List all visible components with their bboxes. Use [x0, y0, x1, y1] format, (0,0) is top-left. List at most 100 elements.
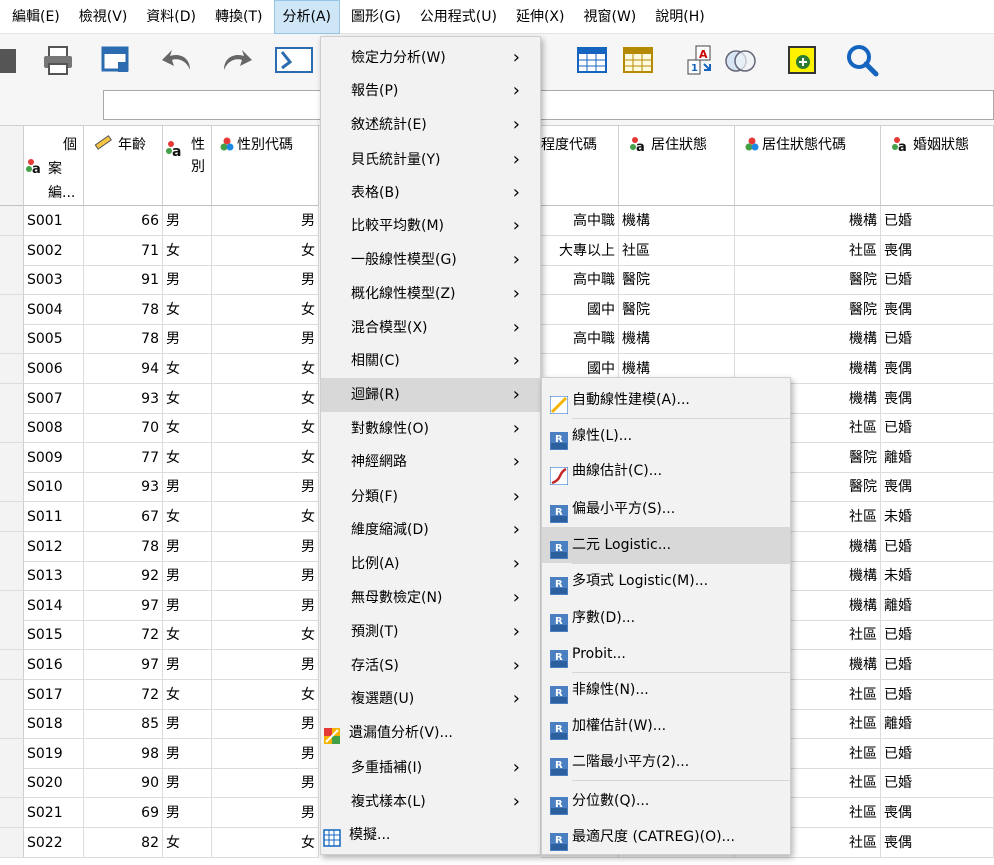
- cell-mar[interactable]: 喪偶: [881, 383, 994, 414]
- cell-sexc[interactable]: 女: [212, 502, 319, 532]
- cell-mar[interactable]: 喪偶: [881, 294, 994, 325]
- cell-mar[interactable]: 已婚: [881, 324, 994, 355]
- regression-menu-item-8[interactable]: R 非線性(N)...: [542, 672, 790, 708]
- col-header-age[interactable]: 年齡: [84, 126, 163, 206]
- col-header-edu-code[interactable]: 程度代碼: [541, 126, 619, 206]
- cell-mar[interactable]: 已婚: [881, 620, 994, 651]
- row-header[interactable]: [0, 679, 24, 710]
- cell-sexc[interactable]: 女: [212, 620, 319, 651]
- cell-mar[interactable]: 已婚: [881, 206, 994, 236]
- cell-id[interactable]: S020: [24, 768, 84, 799]
- cell-sexc[interactable]: 男: [212, 798, 319, 828]
- cell-sex[interactable]: 男: [163, 798, 212, 828]
- cell-age[interactable]: 85: [84, 709, 163, 740]
- cell-id[interactable]: S005: [24, 324, 84, 355]
- cell-edu[interactable]: 高中職: [541, 324, 619, 355]
- row-header[interactable]: [0, 324, 24, 355]
- cell-id[interactable]: S022: [24, 827, 84, 858]
- cell-age[interactable]: 67: [84, 502, 163, 532]
- cell-id[interactable]: S001: [24, 206, 84, 236]
- cell-sex[interactable]: 男: [163, 590, 212, 621]
- analyze-menu-item-13[interactable]: 分類(F) ›: [321, 480, 540, 514]
- cell-mar[interactable]: 已婚: [881, 768, 994, 799]
- cell-mar[interactable]: 未婚: [881, 502, 994, 532]
- analyze-menu-item-18[interactable]: 存活(S) ›: [321, 649, 540, 683]
- cell-sexc[interactable]: 男: [212, 561, 319, 592]
- cell-res[interactable]: 機構: [619, 324, 735, 355]
- cell-mar[interactable]: 已婚: [881, 679, 994, 710]
- cell-age[interactable]: 90: [84, 768, 163, 799]
- cell-id[interactable]: S013: [24, 561, 84, 592]
- row-header[interactable]: [0, 531, 24, 562]
- row-header[interactable]: [0, 235, 24, 266]
- cell-age[interactable]: 94: [84, 354, 163, 384]
- cell-id[interactable]: S015: [24, 620, 84, 651]
- analyze-menu-item-22[interactable]: 複式樣本(L) ›: [321, 785, 540, 819]
- regression-menu-item-1[interactable]: R 線性(L)...: [542, 418, 790, 454]
- cell-id[interactable]: S008: [24, 413, 84, 444]
- show-all-variables-icon[interactable]: [782, 40, 822, 80]
- cell-res[interactable]: 醫院: [619, 294, 735, 325]
- row-header[interactable]: [0, 620, 24, 651]
- cell-sex[interactable]: 男: [163, 265, 212, 296]
- cell-id[interactable]: S010: [24, 472, 84, 503]
- regression-menu-item-7[interactable]: R Probit...: [542, 636, 790, 672]
- undo-icon[interactable]: [158, 40, 198, 80]
- analyze-menu-item-15[interactable]: 比例(A) ›: [321, 547, 540, 581]
- row-header[interactable]: [0, 294, 24, 325]
- analyze-menu-item-19[interactable]: 複選題(U) ›: [321, 682, 540, 716]
- row-header[interactable]: [0, 561, 24, 592]
- cell-id[interactable]: S002: [24, 235, 84, 266]
- cell-sexc[interactable]: 男: [212, 206, 319, 236]
- regression-menu-item-9[interactable]: R 加權估計(W)...: [542, 708, 790, 744]
- row-header[interactable]: [0, 265, 24, 296]
- cell-mar[interactable]: 已婚: [881, 413, 994, 444]
- analyze-menu-item-11[interactable]: 對數線性(O) ›: [321, 412, 540, 446]
- cell-resc[interactable]: 機構: [735, 324, 881, 355]
- cell-sexc[interactable]: 男: [212, 472, 319, 503]
- analyze-menu-item-21[interactable]: 多重插補(I) ›: [321, 751, 540, 785]
- cell-sex[interactable]: 女: [163, 502, 212, 532]
- cell-sex[interactable]: 女: [163, 413, 212, 444]
- analyze-menu-item-20[interactable]: 遺漏值分析(V)...: [321, 716, 540, 750]
- cell-id[interactable]: S017: [24, 679, 84, 710]
- cell-edu[interactable]: 高中職: [541, 206, 619, 236]
- row-header[interactable]: [0, 590, 24, 621]
- menu-item-1[interactable]: 檢視(V): [71, 0, 136, 34]
- cell-sex[interactable]: 男: [163, 531, 212, 562]
- analyze-menu-item-4[interactable]: 表格(B) ›: [321, 176, 540, 210]
- menu-item-4[interactable]: 分析(A): [273, 0, 341, 34]
- col-header-residence[interactable]: a 居住狀態: [619, 126, 735, 206]
- goto-case-icon[interactable]: [274, 40, 314, 80]
- menu-item-6[interactable]: 公用程式(U): [412, 0, 505, 34]
- cell-resc[interactable]: 社區: [735, 235, 881, 266]
- cell-edu[interactable]: 大專以上: [541, 235, 619, 266]
- goto-variable-icon[interactable]: [572, 40, 612, 80]
- cell-id[interactable]: S018: [24, 709, 84, 740]
- cell-edu[interactable]: 國中: [541, 294, 619, 325]
- cell-id[interactable]: S021: [24, 798, 84, 828]
- regression-menu-item-12[interactable]: R 最適尺度 (CATREG)(O)...: [542, 819, 790, 855]
- cell-mar[interactable]: 已婚: [881, 265, 994, 296]
- row-header[interactable]: [0, 413, 24, 444]
- cell-sex[interactable]: 男: [163, 206, 212, 236]
- analyze-menu-item-10[interactable]: 迴歸(R) ›: [321, 378, 540, 412]
- row-header[interactable]: [0, 206, 24, 236]
- analyze-menu-item-3[interactable]: 貝氏統計量(Y) ›: [321, 143, 540, 177]
- use-variable-sets-icon[interactable]: [720, 40, 760, 80]
- cell-sexc[interactable]: 女: [212, 294, 319, 325]
- cell-mar[interactable]: 喪偶: [881, 827, 994, 858]
- cell-age[interactable]: 93: [84, 472, 163, 503]
- row-header[interactable]: [0, 442, 24, 473]
- row-header[interactable]: [0, 798, 24, 828]
- cell-sex[interactable]: 女: [163, 442, 212, 473]
- cell-sex[interactable]: 男: [163, 650, 212, 680]
- regression-menu-item-4[interactable]: R 二元 Logistic...: [542, 527, 790, 563]
- value-labels-icon[interactable]: A1: [680, 40, 720, 80]
- menu-item-8[interactable]: 視窗(W): [575, 0, 644, 34]
- cell-sexc[interactable]: 女: [212, 383, 319, 414]
- row-header[interactable]: [0, 768, 24, 799]
- cell-age[interactable]: 66: [84, 206, 163, 236]
- cell-age[interactable]: 71: [84, 235, 163, 266]
- cell-sexc[interactable]: 男: [212, 590, 319, 621]
